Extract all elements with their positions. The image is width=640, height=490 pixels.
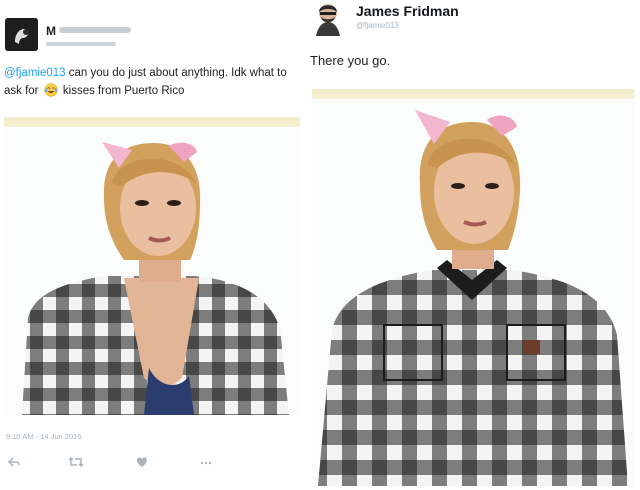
author-name[interactable]: James Fridman	[356, 3, 459, 19]
reply-tweet-panel: James Fridman @fjamie013 There you go.	[303, 0, 640, 490]
author-handle[interactable]: @fjamie013	[356, 21, 399, 30]
avatar-image	[5, 18, 38, 51]
laughing-tears-emoji-icon	[44, 83, 58, 103]
svg-text:M: M	[46, 24, 56, 36]
user-avatar[interactable]	[5, 18, 38, 51]
retweet-icon[interactable]	[68, 455, 84, 471]
tweet-text-part-2: kisses from Puerto Rico	[59, 85, 185, 97]
tweet-timestamp[interactable]: 9:10 AM - 14 Jun 2016	[6, 432, 81, 441]
heart-icon[interactable]	[134, 455, 150, 471]
james-fridman-avatar[interactable]	[308, 0, 348, 36]
mention-link[interactable]: @fjamie013	[4, 67, 66, 79]
avatar-image	[308, 0, 348, 36]
original-photo[interactable]	[4, 128, 300, 415]
photo-illustration	[4, 128, 300, 415]
edited-photo[interactable]	[312, 100, 634, 486]
reply-icon[interactable]	[6, 455, 22, 471]
image-top-border	[312, 89, 634, 99]
photo-illustration	[312, 100, 634, 486]
more-icon[interactable]	[198, 455, 214, 471]
original-tweet-panel: M @fjamie013 can you do just about anyth…	[0, 0, 303, 490]
image-top-border	[4, 117, 300, 127]
reply-tweet-text: There you go.	[310, 53, 391, 68]
blurred-handle	[46, 42, 116, 46]
tweet-actions	[6, 455, 236, 471]
blurred-username: M	[46, 24, 131, 36]
tweet-text: @fjamie013 can you do just about anythin…	[4, 64, 296, 103]
